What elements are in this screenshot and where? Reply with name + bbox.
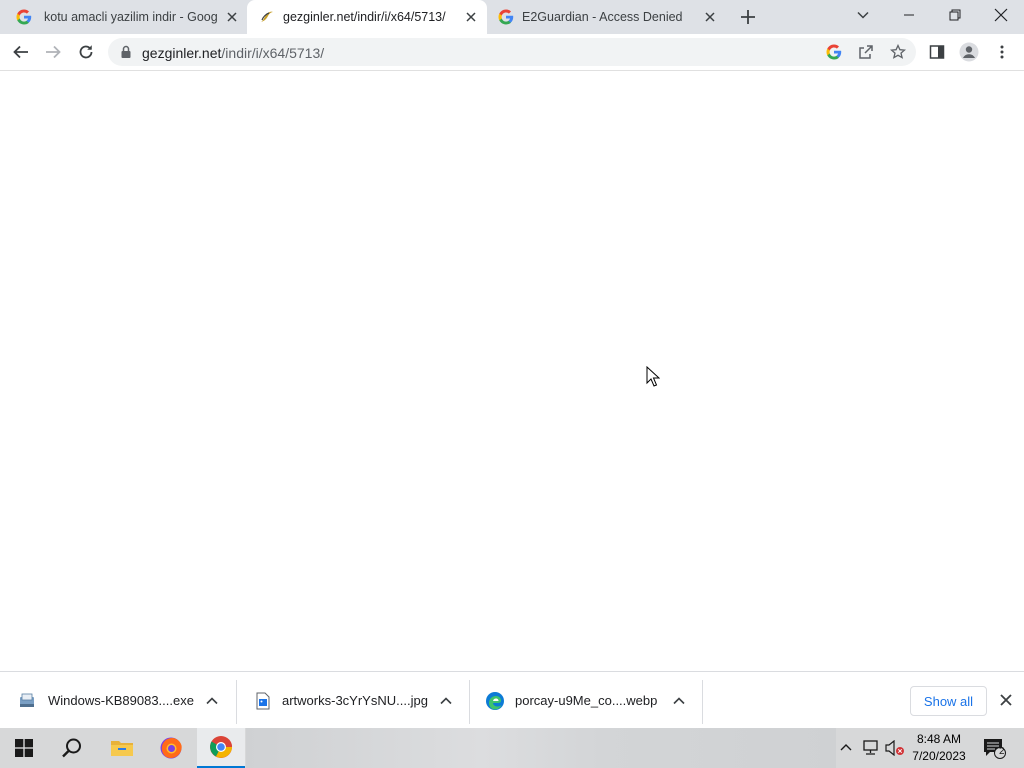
clock-date: 7/20/2023 bbox=[912, 749, 966, 763]
mouse-cursor-icon bbox=[646, 366, 660, 387]
menu-button[interactable] bbox=[991, 41, 1013, 63]
address-bar[interactable]: gezginler.net/indir/i/x64/5713/ bbox=[108, 38, 916, 66]
forward-button[interactable] bbox=[42, 41, 64, 63]
chevron-up-icon[interactable] bbox=[205, 694, 219, 708]
url-host: gezginler.net bbox=[142, 45, 222, 61]
reload-icon bbox=[79, 45, 93, 59]
download-filename: porcay-u9Me_co....webp bbox=[515, 693, 658, 708]
restore-button[interactable] bbox=[932, 0, 978, 30]
network-icon bbox=[863, 740, 878, 755]
tab-search-button[interactable] bbox=[840, 0, 886, 30]
page-content bbox=[0, 71, 1024, 671]
star-icon[interactable] bbox=[890, 44, 906, 60]
side-panel-icon bbox=[929, 45, 945, 59]
download-filename: Windows-KB89083....exe bbox=[48, 693, 194, 708]
close-icon bbox=[994, 8, 1008, 22]
kebab-menu-icon bbox=[1000, 45, 1004, 59]
google-g-icon bbox=[16, 9, 32, 25]
taskbar-search-button[interactable] bbox=[48, 728, 96, 768]
minimize-button[interactable] bbox=[886, 0, 932, 30]
new-tab-icon[interactable] bbox=[738, 7, 758, 27]
side-panel-button[interactable] bbox=[926, 41, 948, 63]
firefox-icon bbox=[160, 737, 182, 759]
taskbar-chrome[interactable] bbox=[197, 728, 245, 768]
tab-strip: kotu amacli yazilim indir - Google gezgi… bbox=[0, 0, 1024, 34]
reload-button[interactable] bbox=[75, 41, 97, 63]
close-tab-icon[interactable] bbox=[224, 9, 240, 25]
download-filename: artworks-3cYrYsNU....jpg bbox=[282, 693, 428, 708]
chevron-up-icon[interactable] bbox=[672, 694, 686, 708]
download-item[interactable]: porcay-u9Me_co....webp bbox=[467, 680, 703, 720]
show-hidden-icons-button[interactable] bbox=[836, 728, 856, 768]
notification-center-button[interactable]: 2 bbox=[978, 728, 1010, 768]
volume-tray-button[interactable] bbox=[884, 728, 906, 768]
image-file-icon bbox=[256, 692, 270, 710]
back-button[interactable] bbox=[10, 41, 32, 63]
start-button[interactable] bbox=[0, 728, 48, 768]
restore-icon bbox=[949, 9, 961, 21]
notification-count: 2 bbox=[999, 746, 1005, 757]
close-window-button[interactable] bbox=[978, 0, 1024, 30]
download-shelf: Windows-KB89083....exe artworks-3cYrYsNU… bbox=[0, 671, 1024, 728]
show-all-button[interactable]: Show all bbox=[910, 686, 987, 716]
tab-title: gezginler.net/indir/i/x64/5713/ bbox=[283, 10, 446, 24]
tab-title: kotu amacli yazilim indir - Google bbox=[44, 10, 218, 24]
windows-taskbar: 8:48 AM 7/20/2023 2 bbox=[0, 728, 1024, 768]
edge-icon bbox=[486, 692, 504, 710]
chrome-icon bbox=[210, 736, 232, 758]
google-lens-icon[interactable] bbox=[826, 44, 842, 60]
taskbar-clock[interactable]: 8:48 AM 7/20/2023 bbox=[906, 731, 972, 765]
windows-logo-icon bbox=[15, 739, 33, 757]
divider bbox=[702, 680, 703, 724]
browser-toolbar: gezginler.net/indir/i/x64/5713/ bbox=[0, 34, 1024, 71]
avatar-icon bbox=[959, 42, 979, 62]
close-tab-icon[interactable] bbox=[463, 9, 479, 25]
installer-icon bbox=[20, 693, 34, 707]
search-icon bbox=[62, 738, 81, 758]
url-text: gezginler.net/indir/i/x64/5713/ bbox=[142, 45, 324, 61]
taskbar-running-area bbox=[246, 728, 836, 768]
screen: kotu amacli yazilim indir - Google gezgi… bbox=[0, 0, 1024, 768]
tab-google-search[interactable]: kotu amacli yazilim indir - Google bbox=[0, 0, 246, 34]
tab-title: E2Guardian - Access Denied bbox=[522, 10, 683, 24]
network-tray-button[interactable] bbox=[860, 728, 882, 768]
chevron-up-icon[interactable] bbox=[439, 694, 453, 708]
tab-e2guardian[interactable]: E2Guardian - Access Denied bbox=[488, 0, 728, 34]
clock-time: 8:48 AM bbox=[916, 732, 962, 746]
lock-icon[interactable] bbox=[120, 45, 132, 59]
arrow-right-icon bbox=[46, 45, 61, 59]
close-tab-icon[interactable] bbox=[702, 9, 718, 25]
minimize-icon bbox=[904, 14, 914, 16]
url-path: /indir/i/x64/5713/ bbox=[221, 45, 325, 61]
tab-gezginler[interactable]: gezginler.net/indir/i/x64/5713/ bbox=[247, 0, 487, 34]
profile-button[interactable] bbox=[958, 41, 980, 63]
download-item[interactable]: artworks-3cYrYsNU....jpg bbox=[234, 680, 470, 720]
chevron-up-icon bbox=[840, 744, 852, 751]
chevron-down-icon bbox=[857, 11, 869, 19]
taskbar-firefox[interactable] bbox=[147, 728, 195, 768]
gezginler-icon bbox=[261, 11, 273, 22]
taskbar-file-explorer[interactable] bbox=[98, 728, 146, 768]
google-g-icon bbox=[498, 9, 514, 25]
folder-icon bbox=[111, 741, 133, 756]
download-item[interactable]: Windows-KB89083....exe bbox=[0, 680, 236, 720]
arrow-left-icon bbox=[13, 45, 28, 59]
volume-muted-icon bbox=[885, 740, 904, 756]
close-icon[interactable] bbox=[997, 691, 1015, 709]
share-icon[interactable] bbox=[858, 44, 874, 60]
